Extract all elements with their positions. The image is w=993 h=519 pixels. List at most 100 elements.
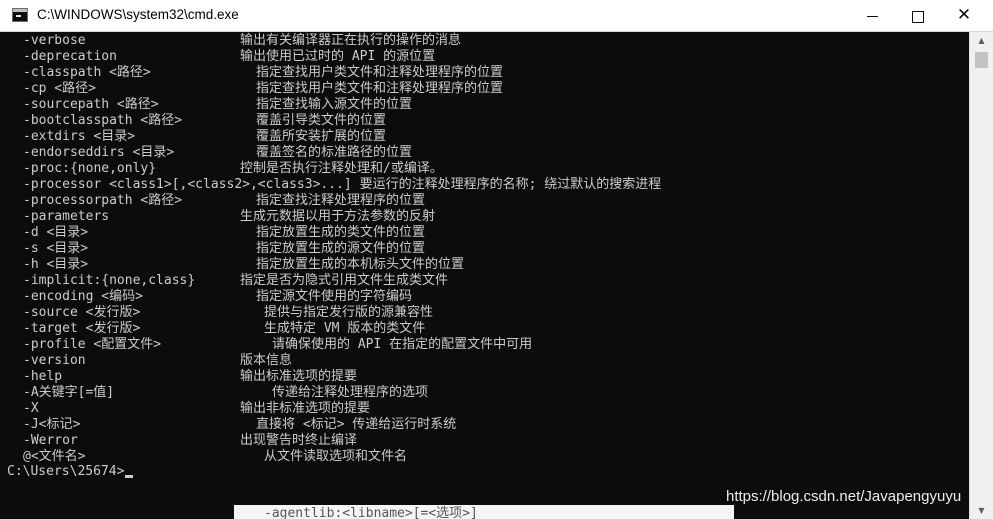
- option-description: 要运行的注释处理程序的名称; 绕过默认的搜索进程: [359, 177, 662, 192]
- option-name: -profile <配置文件>: [23, 337, 162, 352]
- watermark: https://blog.csdn.net/Javapengyuyu: [726, 488, 962, 505]
- console-line: -h <目录> 指定放置生成的本机标头文件的位置: [0, 257, 969, 273]
- option-description: 传递给注释处理程序的选项: [272, 385, 429, 400]
- option-name: -deprecation: [23, 49, 117, 64]
- console-line: -bootclasspath <路径> 覆盖引导类文件的位置: [0, 113, 969, 129]
- maximize-button[interactable]: [895, 0, 941, 31]
- option-name: -source <发行版>: [23, 305, 141, 320]
- console-line: -J<标记> 直接将 <标记> 传递给运行时系统: [0, 417, 969, 433]
- option-name: -classpath <路径>: [23, 65, 151, 80]
- console-line: -sourcepath <路径> 指定查找输入源文件的位置: [0, 97, 969, 113]
- console-line: -implicit:{none,class} 指定是否为隐式引用文件生成类文件: [0, 273, 969, 289]
- console-line: -endorseddirs <目录> 覆盖签名的标准路径的位置: [0, 145, 969, 161]
- underlay-text: -agentlib:<libname>[=<选项>]: [264, 506, 478, 519]
- option-description: 覆盖引导类文件的位置: [256, 113, 387, 128]
- option-name: -X: [23, 401, 39, 416]
- close-button[interactable]: ✕: [941, 0, 987, 31]
- console-line: -profile <配置文件> 请确保使用的 API 在指定的配置文件中可用: [0, 337, 969, 353]
- maximize-icon: [912, 10, 924, 23]
- console-line: -verbose 输出有关编译器正在执行的操作的消息: [0, 33, 969, 49]
- console-line: -X 输出非标准选项的提要: [0, 401, 969, 417]
- scroll-down-arrow-icon[interactable]: ▼: [970, 502, 993, 519]
- option-name: -target <发行版>: [23, 321, 141, 336]
- option-description: 指定查找用户类文件和注释处理程序的位置: [256, 65, 504, 80]
- option-name: -h <目录>: [23, 257, 89, 272]
- option-description: 从文件读取选项和文件名: [264, 449, 408, 464]
- console-line: -version 版本信息: [0, 353, 969, 369]
- option-description: 指定放置生成的本机标头文件的位置: [256, 257, 465, 272]
- scroll-up-arrow-icon[interactable]: ▲: [970, 32, 993, 49]
- option-description: 直接将 <标记> 传递给运行时系统: [256, 417, 457, 432]
- console-line: -Werror 出现警告时终止编译: [0, 433, 969, 449]
- option-name: -version: [23, 353, 86, 368]
- cmd-app-icon[interactable]: [12, 8, 28, 22]
- cmd-window: C:\WINDOWS\system32\cmd.exe ✕ -verbose 输出…: [0, 0, 993, 519]
- scroll-thumb[interactable]: [975, 52, 988, 68]
- option-name: -cp <路径>: [23, 81, 96, 96]
- console-output[interactable]: -verbose 输出有关编译器正在执行的操作的消息 -deprecation 输出使…: [0, 32, 969, 519]
- option-name: @<文件名>: [23, 449, 86, 464]
- console-line: -processor <class1>[,<class2>,<class3>..…: [0, 177, 969, 193]
- console-line: -s <目录> 指定放置生成的源文件的位置: [0, 241, 969, 257]
- option-name: -d <目录>: [23, 225, 89, 240]
- console-line: -encoding <编码> 指定源文件使用的字符编码: [0, 289, 969, 305]
- option-name: -verbose: [23, 33, 86, 48]
- option-name: -endorseddirs <目录>: [23, 145, 175, 160]
- option-name: -processor <class1>[,<class2>,<class3>..…: [23, 177, 352, 192]
- option-name: -encoding <编码>: [23, 289, 143, 304]
- option-name: -J<标记>: [23, 417, 81, 432]
- option-description: 指定查找用户类文件和注释处理程序的位置: [256, 81, 504, 96]
- window-title: C:\WINDOWS\system32\cmd.exe: [37, 7, 239, 22]
- option-name: -help: [23, 369, 63, 384]
- console-line: -cp <路径> 指定查找用户类文件和注释处理程序的位置: [0, 81, 969, 97]
- option-description: 生成元数据以用于方法参数的反射: [240, 209, 436, 224]
- console-line: -classpath <路径> 指定查找用户类文件和注释处理程序的位置: [0, 65, 969, 81]
- option-description: 输出有关编译器正在执行的操作的消息: [240, 33, 462, 48]
- console-line: -A关键字[=值] 传递给注释处理程序的选项: [0, 385, 969, 401]
- option-description: 指定查找输入源文件的位置: [256, 97, 413, 112]
- option-name: -implicit:{none,class}: [23, 273, 196, 288]
- console-line: -target <发行版> 生成特定 VM 版本的类文件: [0, 321, 969, 337]
- command-prompt[interactable]: C:\Users\25674>: [7, 464, 134, 480]
- option-name: -proc:{none,only}: [23, 161, 157, 176]
- console-line: -proc:{none,only} 控制是否执行注释处理和/或编译。: [0, 161, 969, 177]
- console-line: @<文件名> 从文件读取选项和文件名: [0, 449, 969, 465]
- option-name: -parameters: [23, 209, 110, 224]
- option-description: 指定查找注释处理程序的位置: [256, 193, 426, 208]
- option-description: 输出使用已过时的 API 的源位置: [240, 49, 436, 64]
- option-description: 覆盖签名的标准路径的位置: [256, 145, 413, 160]
- option-name: -A关键字[=值]: [23, 385, 115, 400]
- option-description: 输出非标准选项的提要: [240, 401, 371, 416]
- console-line: -source <发行版> 提供与指定发行版的源兼容性: [0, 305, 969, 321]
- close-icon: ✕: [956, 5, 972, 25]
- option-name: -s <目录>: [23, 241, 89, 256]
- option-description: 指定放置生成的类文件的位置: [256, 225, 426, 240]
- console-line: -parameters 生成元数据以用于方法参数的反射: [0, 209, 969, 225]
- option-description: 指定放置生成的源文件的位置: [256, 241, 426, 256]
- prompt-text: C:\Users\25674>: [7, 464, 125, 479]
- option-name: -bootclasspath <路径>: [23, 113, 183, 128]
- option-gap: [352, 177, 360, 192]
- console-line: -extdirs <目录> 覆盖所安装扩展的位置: [0, 129, 969, 145]
- option-description: 指定源文件使用的字符编码: [256, 289, 413, 304]
- console-line: -d <目录> 指定放置生成的类文件的位置: [0, 225, 969, 241]
- option-description: 控制是否执行注释处理和/或编译。: [240, 161, 443, 176]
- option-name: -sourcepath <路径>: [23, 97, 159, 112]
- minimize-button[interactable]: [849, 0, 895, 31]
- minimize-icon: [866, 16, 878, 17]
- console-line: -processorpath <路径> 指定查找注释处理程序的位置: [0, 193, 969, 209]
- option-description: 提供与指定发行版的源兼容性: [264, 305, 434, 320]
- option-description: 请确保使用的 API 在指定的配置文件中可用: [272, 337, 533, 352]
- option-description: 出现警告时终止编译: [240, 433, 358, 448]
- text-cursor: [125, 475, 134, 478]
- option-name: -extdirs <目录>: [23, 129, 136, 144]
- title-bar[interactable]: C:\WINDOWS\system32\cmd.exe ✕: [0, 0, 993, 32]
- option-description: 输出标准选项的提要: [240, 369, 358, 384]
- vertical-scrollbar[interactable]: ▲ ▼: [969, 32, 993, 519]
- option-description: 版本信息: [240, 353, 293, 368]
- console-line: -help 输出标准选项的提要: [0, 369, 969, 385]
- option-description: 覆盖所安装扩展的位置: [256, 129, 387, 144]
- option-name: -processorpath <路径>: [23, 193, 183, 208]
- console-line: -deprecation 输出使用已过时的 API 的源位置: [0, 49, 969, 65]
- option-name: -Werror: [23, 433, 78, 448]
